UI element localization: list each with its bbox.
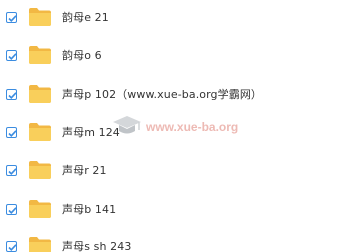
checkbox[interactable] bbox=[6, 203, 17, 215]
checkbox[interactable] bbox=[6, 49, 17, 61]
folder-icon bbox=[29, 200, 51, 218]
file-name: 声母b 141 bbox=[62, 203, 117, 216]
checkbox[interactable] bbox=[6, 88, 17, 100]
file-name: 韵母e 21 bbox=[62, 11, 109, 24]
check-icon bbox=[8, 91, 17, 99]
list-item[interactable]: 声母p 102（www.xue-ba.org学霸网） bbox=[0, 76, 340, 112]
checkbox[interactable] bbox=[6, 240, 17, 252]
checkbox[interactable] bbox=[6, 11, 17, 23]
folder-icon bbox=[29, 123, 51, 141]
folder-icon bbox=[29, 8, 51, 26]
file-name: 韵母o 6 bbox=[62, 49, 102, 62]
checkbox[interactable] bbox=[6, 126, 17, 138]
list-item[interactable]: 声母r 21 bbox=[0, 152, 340, 188]
check-icon bbox=[8, 243, 17, 251]
check-icon bbox=[8, 129, 17, 137]
file-name: 声母s sh 243 bbox=[62, 240, 132, 252]
checkbox[interactable] bbox=[6, 164, 17, 176]
check-icon bbox=[8, 206, 17, 214]
folder-icon bbox=[29, 237, 51, 252]
folder-icon bbox=[29, 46, 51, 64]
list-item[interactable]: 声母s sh 243 bbox=[0, 228, 340, 252]
folder-icon bbox=[29, 85, 51, 103]
list-item[interactable]: 声母b 141 bbox=[0, 191, 340, 227]
check-icon bbox=[8, 167, 17, 175]
list-item[interactable]: 韵母e 21 bbox=[0, 0, 340, 35]
watermark: www.xue-ba.org bbox=[112, 113, 238, 141]
check-icon bbox=[8, 52, 17, 60]
watermark-text: www.xue-ba.org bbox=[146, 120, 239, 134]
file-name: 声母r 21 bbox=[62, 164, 107, 177]
graduation-cap-icon bbox=[113, 116, 141, 134]
list-item[interactable]: 韵母o 6 bbox=[0, 37, 340, 73]
folder-icon bbox=[29, 161, 51, 179]
file-list: 韵母e 21 韵母o 6 声母p 102（www.xue-ba.org学霸网） … bbox=[0, 0, 340, 252]
file-name: 声母p 102（www.xue-ba.org学霸网） bbox=[62, 88, 263, 101]
check-icon bbox=[8, 14, 17, 22]
